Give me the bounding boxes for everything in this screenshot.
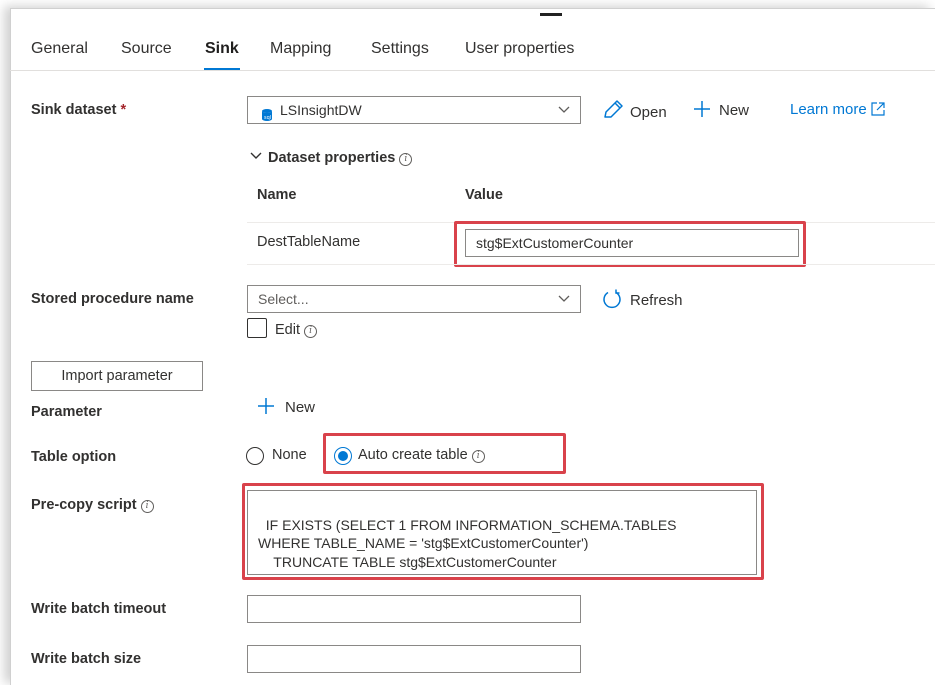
refresh-button[interactable]: Refresh — [602, 289, 683, 313]
refresh-label: Refresh — [630, 292, 683, 309]
tab-settings[interactable]: Settings — [371, 40, 429, 58]
chevron-down-icon — [558, 286, 570, 321]
highlight-box — [242, 483, 764, 580]
new-parameter-label: New — [285, 399, 316, 416]
highlight-box — [323, 433, 566, 474]
learn-more-link[interactable]: Learn more — [790, 101, 885, 120]
edit-label: Edit i — [275, 322, 318, 338]
info-icon[interactable]: i — [399, 153, 413, 166]
parameter-label: Parameter — [31, 404, 102, 420]
tab-source[interactable]: Source — [121, 40, 172, 58]
stored-procedure-label: Stored procedure name — [31, 291, 194, 307]
column-header-name: Name — [257, 187, 297, 203]
new-button-label: New — [719, 102, 750, 119]
stored-procedure-placeholder: Select... — [258, 291, 309, 307]
tab-general[interactable]: General — [31, 40, 88, 58]
write-batch-timeout-label: Write batch timeout — [31, 601, 167, 617]
radio-none-label: None — [272, 447, 307, 463]
info-icon[interactable]: i — [140, 500, 154, 513]
new-parameter-button[interactable]: New — [257, 397, 315, 419]
write-batch-size-input[interactable] — [247, 645, 581, 673]
write-batch-size-label: Write batch size — [31, 651, 142, 667]
window-drag-handle — [540, 13, 562, 16]
plus-icon — [257, 397, 275, 419]
write-batch-timeout-input[interactable] — [247, 595, 581, 623]
info-icon[interactable]: i — [304, 325, 318, 338]
table-option-label: Table option — [31, 449, 117, 465]
radio-none[interactable] — [246, 447, 264, 465]
chevron-down-icon — [250, 149, 262, 165]
new-dataset-button[interactable]: New — [693, 100, 749, 122]
external-link-icon — [871, 102, 885, 120]
highlight-box — [454, 221, 806, 267]
import-parameter-button[interactable]: Import parameter — [31, 361, 203, 391]
learn-more-label: Learn more — [790, 101, 867, 118]
pencil-icon — [602, 100, 624, 124]
refresh-icon — [602, 289, 622, 313]
open-button[interactable]: Open — [602, 100, 667, 124]
plus-icon — [693, 100, 711, 122]
sink-dataset-value: LSInsightDW — [280, 102, 362, 118]
chevron-down-icon — [558, 97, 570, 132]
sink-dataset-dropdown[interactable]: sql LSInsightDW — [247, 96, 581, 124]
dataset-properties-title: Dataset properties — [268, 150, 396, 166]
table-row-divider — [247, 264, 935, 265]
sink-dataset-label: Sink dataset * — [31, 102, 127, 118]
svg-text:sql: sql — [264, 115, 271, 121]
sql-database-icon: sql — [261, 104, 273, 130]
column-header-value: Value — [465, 187, 503, 203]
stored-procedure-dropdown[interactable]: Select... — [247, 285, 581, 313]
property-name: DestTableName — [257, 234, 361, 250]
tabs-divider — [10, 70, 935, 71]
tab-sink[interactable]: Sink — [205, 40, 239, 58]
pre-copy-script-label: Pre-copy script i — [31, 497, 154, 513]
open-button-label: Open — [630, 104, 667, 121]
edit-checkbox[interactable] — [247, 318, 267, 338]
tab-mapping[interactable]: Mapping — [270, 40, 331, 58]
dataset-properties-toggle[interactable]: Dataset properties i — [250, 149, 413, 166]
tab-user-properties[interactable]: User properties — [465, 40, 574, 58]
